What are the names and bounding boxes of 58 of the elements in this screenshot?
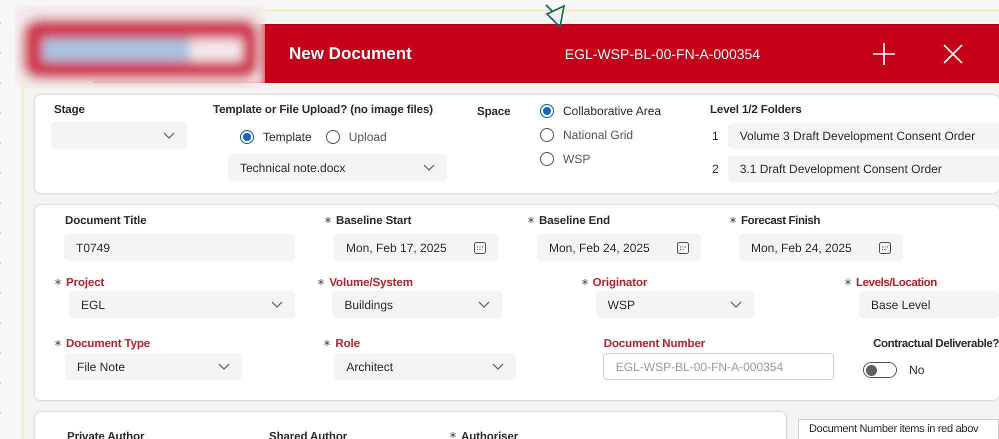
text-field[interactable]: T0749	[64, 234, 295, 261]
field-label: Level 1/2 Folders	[710, 104, 803, 116]
field-label: Volume/System	[329, 277, 413, 289]
dropdown-field[interactable]: EGL	[69, 291, 295, 318]
field-label: Document Type	[66, 338, 150, 350]
dropdown-field[interactable]: Buildings	[332, 291, 502, 318]
document-number-title: EGL-WSP-BL-00-FN-A-000354	[564, 46, 760, 62]
dropdown-field[interactable]: File Note	[65, 353, 242, 380]
folder-field[interactable]: 3.1 Draft Development Consent Order	[728, 156, 999, 182]
chevron-down-icon	[218, 363, 230, 370]
toggle-switch[interactable]	[863, 362, 898, 378]
field-label: Contractual Deliverable?	[873, 338, 999, 350]
text-field[interactable]: Base Level	[858, 291, 999, 318]
chevron-down-icon	[492, 363, 504, 370]
dialog-title: New Document	[289, 44, 412, 64]
folder-number: 1	[712, 129, 719, 143]
radio-option[interactable]: Template	[240, 130, 312, 144]
field-label: Document Title	[65, 215, 146, 227]
field-label: Originator	[592, 277, 648, 289]
field-label: Project	[66, 277, 104, 289]
chevron-down-icon	[423, 164, 435, 171]
radio-option[interactable]: Upload	[326, 130, 387, 144]
radio-option[interactable]: WSP	[540, 152, 710, 166]
radio-option[interactable]: National Grid	[540, 128, 710, 142]
chevron-down-icon	[163, 132, 175, 139]
radio-button[interactable]	[540, 152, 554, 166]
radio-button[interactable]	[540, 128, 554, 142]
calendar-icon	[474, 242, 486, 254]
date-field[interactable]: Mon, Feb 24, 2025	[739, 234, 903, 261]
document-number-field[interactable]: EGL-WSP-BL-00-FN-A-000354	[602, 353, 834, 380]
field-label: Document Number	[604, 338, 706, 350]
template-dropdown[interactable]: Technical note.docx	[228, 154, 447, 181]
info-note: Document Number items in red abov	[798, 419, 999, 439]
radio-button[interactable]	[240, 130, 254, 144]
dropdown-field[interactable]: WSP	[596, 291, 754, 318]
field-label: Stage	[54, 104, 86, 116]
field-label: Template or File Upload? (no image files)	[213, 104, 434, 116]
field-label: Levels/Location	[856, 277, 937, 289]
folder-field[interactable]: Volume 3 Draft Development Consent Order	[728, 123, 999, 149]
folder-number: 2	[712, 162, 719, 176]
chevron-down-icon	[271, 301, 283, 308]
field-label: Space	[477, 106, 510, 118]
radio-button[interactable]	[540, 104, 554, 118]
radio-option[interactable]: Collaborative Area	[540, 104, 710, 118]
field-label: Baseline End	[539, 215, 610, 227]
toggle-label: No	[909, 363, 924, 377]
date-field[interactable]: Mon, Feb 17, 2025	[334, 234, 498, 261]
calendar-icon	[879, 242, 891, 254]
pointer-icon	[544, 4, 568, 30]
date-field[interactable]: Mon, Feb 24, 2025	[537, 234, 701, 261]
chevron-down-icon	[478, 301, 490, 308]
field-label: Role	[335, 338, 360, 350]
calendar-icon	[677, 242, 689, 254]
field-label: Forecast Finish	[741, 215, 820, 227]
field-label: Baseline Start	[336, 215, 412, 227]
radio-button[interactable]	[326, 130, 340, 144]
chevron-down-icon	[730, 301, 742, 308]
dropdown-field[interactable]: Architect	[334, 353, 516, 380]
